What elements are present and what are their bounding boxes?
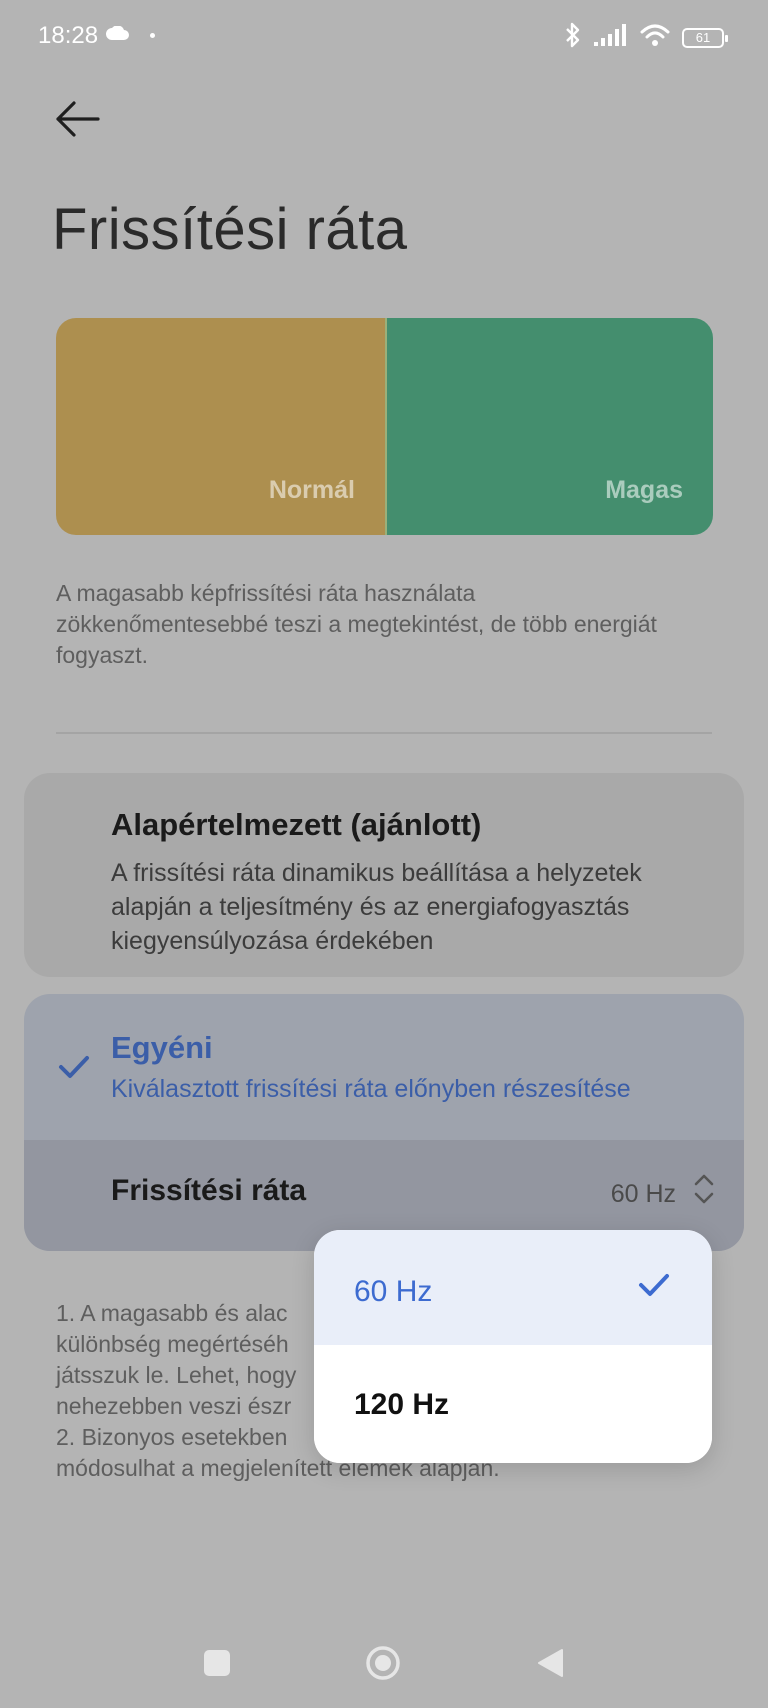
refresh-rate-popup: 60 Hz 120 Hz xyxy=(314,1230,712,1463)
refresh-rate-value: 60 Hz xyxy=(610,1180,676,1208)
popup-option-label: 120 Hz xyxy=(354,1388,450,1421)
popup-option-label: 60 Hz xyxy=(354,1275,433,1308)
back-triangle-icon[interactable] xyxy=(536,1648,564,1683)
preview-normal-label: Normál xyxy=(268,476,355,504)
chevron-up-down-icon xyxy=(692,1172,716,1211)
option-custom-title: Egyéni xyxy=(111,1030,213,1065)
check-icon xyxy=(58,1054,90,1085)
status-icons: 61 xyxy=(564,22,728,53)
option-custom-subtitle: Kiválasztott frissítési ráta előnyben ré… xyxy=(111,1075,631,1103)
option-default-title: Alapértelmezett (ajánlott) xyxy=(111,807,482,842)
option-default[interactable]: Alapértelmezett (ajánlott) A frissítési … xyxy=(24,773,744,977)
refresh-rate-preview: Normál Magas xyxy=(56,318,713,535)
check-icon xyxy=(638,1272,670,1303)
status-time: 18:28 xyxy=(38,22,99,49)
battery-icon: 61 xyxy=(682,27,728,48)
signal-icon xyxy=(594,24,628,51)
home-circle-icon[interactable] xyxy=(365,1645,401,1686)
option-default-subtitle: A frissítési ráta dinamikus beállítása a… xyxy=(111,859,642,955)
popup-option-60hz[interactable]: 60 Hz xyxy=(314,1230,712,1345)
notification-dot xyxy=(150,33,155,38)
arrow-left-icon xyxy=(56,101,100,137)
back-button[interactable] xyxy=(50,92,110,152)
option-custom[interactable]: Egyéni Kiválasztott frissítési ráta előn… xyxy=(24,994,744,1251)
divider xyxy=(56,732,712,734)
refresh-rate-description: A magasabb képfrissítési ráta használata… xyxy=(56,580,657,668)
cloud-icon xyxy=(106,25,130,45)
wifi-icon xyxy=(640,23,670,52)
recents-square-icon[interactable] xyxy=(204,1650,230,1676)
page-title: Frissítési ráta xyxy=(52,197,408,262)
refresh-rate-label: Frissítési ráta xyxy=(111,1174,307,1207)
bluetooth-icon xyxy=(564,22,582,53)
preview-high: Magas xyxy=(385,318,713,535)
popup-option-120hz[interactable]: 120 Hz xyxy=(314,1348,712,1463)
battery-level: 61 xyxy=(695,29,711,45)
preview-high-label: Magas xyxy=(605,476,683,504)
preview-normal: Normál xyxy=(56,318,385,535)
